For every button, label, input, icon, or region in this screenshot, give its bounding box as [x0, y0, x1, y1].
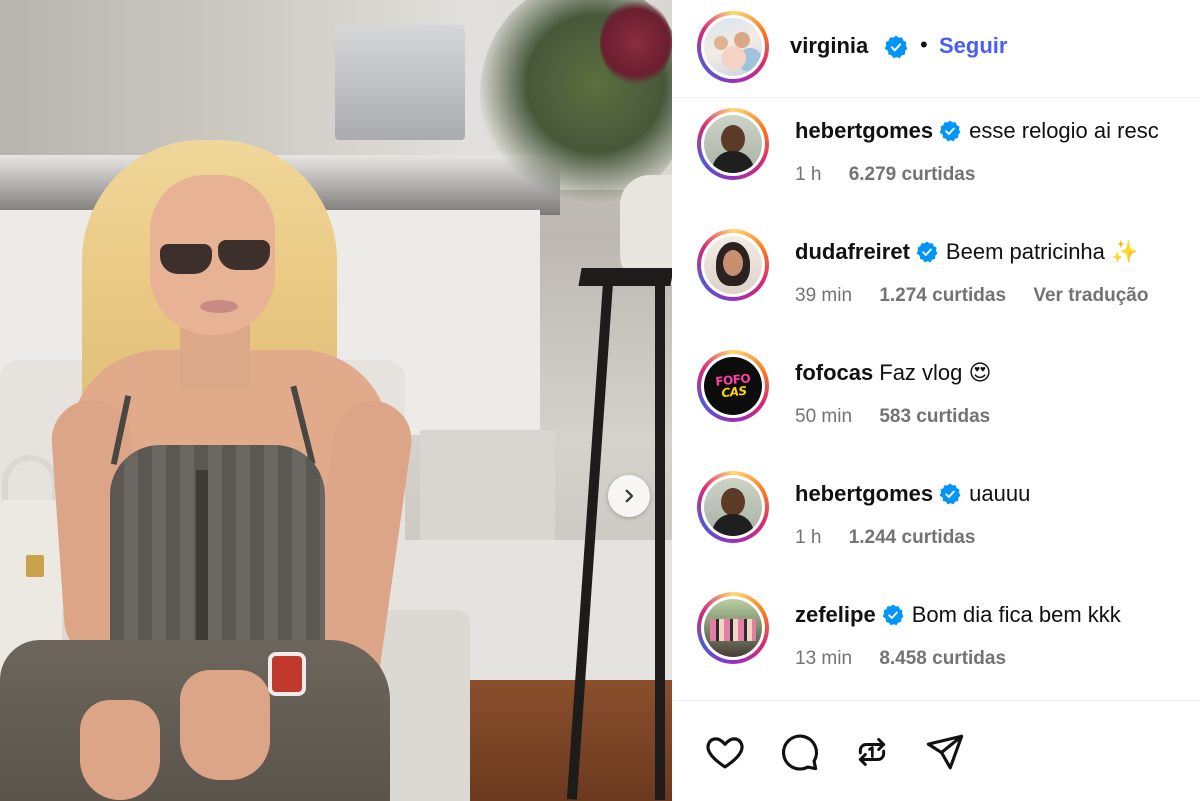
verified-badge-icon	[916, 241, 938, 263]
commenter-avatar[interactable]: FOFO CAS	[697, 350, 769, 422]
comment-item: hebertgomes uauuu 1 h 1.244 curtidas	[672, 463, 1200, 573]
comment-item: FOFO CAS fofocas Faz vlog 😍 50 min 583 c…	[672, 342, 1200, 452]
comment-meta: 1 h 1.244 curtidas	[795, 527, 997, 549]
comment-likes[interactable]: 583 curtidas	[879, 406, 990, 427]
photo-wristwatch	[268, 652, 306, 696]
comment-item: zefelipe Bom dia fica bem kkk 13 min 8.4…	[672, 584, 1200, 694]
share-button[interactable]	[922, 729, 968, 775]
verified-badge-icon	[939, 483, 961, 505]
commenter-avatar[interactable]	[697, 108, 769, 180]
avatar-logo: FOFO CAS	[714, 371, 751, 401]
commenter-username[interactable]: dudafreiret	[795, 239, 910, 265]
photo-person-hand	[80, 700, 160, 800]
comment-body: dudafreiret Beem patricinha ✨	[795, 239, 1138, 265]
photo-person-hand	[180, 670, 270, 780]
comment-time: 1 h	[795, 164, 822, 185]
repost-icon	[858, 738, 886, 766]
commenter-username[interactable]: hebertgomes	[795, 481, 933, 507]
comments-list[interactable]: hebertgomes esse relogio ai resc 1 h 6.2…	[672, 100, 1200, 695]
photo-table-leg	[655, 280, 665, 800]
chevron-right-icon	[625, 489, 634, 503]
sunglasses-lens	[218, 240, 270, 270]
comment-body: zefelipe Bom dia fica bem kkk	[795, 602, 1121, 628]
photo-person-lips	[200, 300, 238, 313]
comment-icon	[781, 734, 818, 771]
comment-text: Faz vlog 😍	[879, 360, 992, 385]
comment-likes[interactable]: 8.458 curtidas	[879, 648, 1006, 669]
photo-cabinet-lower	[420, 430, 555, 550]
comment-time: 1 h	[795, 527, 822, 548]
avatar-image: FOFO CAS	[704, 357, 762, 415]
avatar-image	[704, 236, 762, 294]
post-photo	[0, 0, 672, 801]
comment-meta: 13 min 8.458 curtidas	[795, 648, 1028, 670]
comment-likes[interactable]: 6.279 curtidas	[849, 164, 976, 185]
comment-text: uauuu	[969, 481, 1031, 506]
photo-corset-top	[110, 445, 325, 670]
send-icon	[926, 734, 964, 770]
commenter-avatar[interactable]	[697, 471, 769, 543]
comment-meta: 1 h 6.279 curtidas	[795, 164, 997, 186]
comment-likes[interactable]: 1.274 curtidas	[879, 285, 1006, 306]
comment-meta: 50 min 583 curtidas	[795, 406, 1012, 428]
comment-item: dudafreiret Beem patricinha ✨ 39 min 1.2…	[672, 221, 1200, 331]
verified-badge-icon	[884, 35, 908, 59]
comment-text: Bom dia fica bem kkk	[911, 602, 1121, 627]
post-actions-bar	[672, 700, 1200, 801]
comment-body: fofocas Faz vlog 😍	[795, 360, 991, 386]
comment-text: esse relogio ai resc	[969, 118, 1159, 143]
commenter-avatar[interactable]	[697, 229, 769, 301]
commenter-username[interactable]: hebertgomes	[795, 118, 933, 144]
separator-dot: •	[920, 32, 928, 57]
commenter-username[interactable]: fofocas	[795, 360, 873, 386]
photo-flower	[600, 0, 672, 85]
comment-text: Beem patricinha ✨	[945, 239, 1139, 264]
comment-body: hebertgomes uauuu	[795, 481, 1030, 507]
avatar-image	[704, 478, 762, 536]
comment-item: hebertgomes esse relogio ai resc 1 h 6.2…	[672, 100, 1200, 210]
verified-badge-icon	[882, 604, 904, 626]
commenter-username[interactable]: zefelipe	[795, 602, 876, 628]
corset-zipper	[196, 470, 208, 660]
repost-button[interactable]	[849, 729, 895, 775]
photo-machine	[335, 25, 465, 140]
photo-handbag-lock	[26, 555, 44, 577]
heart-icon	[706, 737, 744, 769]
avatar-image	[704, 599, 762, 657]
avatar-image	[704, 115, 762, 173]
avatar-logo-bottom: CAS	[720, 383, 747, 401]
comment-body: hebertgomes esse relogio ai resc	[795, 118, 1159, 144]
see-translation-link[interactable]: Ver tradução	[1033, 285, 1148, 306]
post-side-panel: virginia • Seguir hebertgomes esse relog…	[672, 0, 1200, 801]
comment-button[interactable]	[776, 729, 822, 775]
comment-likes[interactable]: 1.244 curtidas	[849, 527, 976, 548]
avatar-image	[704, 18, 762, 76]
comment-time: 13 min	[795, 648, 853, 669]
comment-time: 50 min	[795, 406, 853, 427]
author-username[interactable]: virginia	[790, 33, 868, 59]
post-header: virginia • Seguir	[672, 0, 1200, 98]
comment-time: 39 min	[795, 285, 853, 306]
sunglasses-lens	[160, 244, 212, 274]
commenter-avatar[interactable]	[697, 592, 769, 664]
like-button[interactable]	[702, 729, 748, 775]
comment-meta: 39 min 1.274 curtidas Ver tradução	[795, 285, 1170, 307]
follow-button[interactable]: Seguir	[939, 33, 1007, 59]
verified-badge-icon	[939, 120, 961, 142]
author-avatar[interactable]	[697, 11, 769, 83]
carousel-next-button[interactable]	[608, 475, 650, 517]
